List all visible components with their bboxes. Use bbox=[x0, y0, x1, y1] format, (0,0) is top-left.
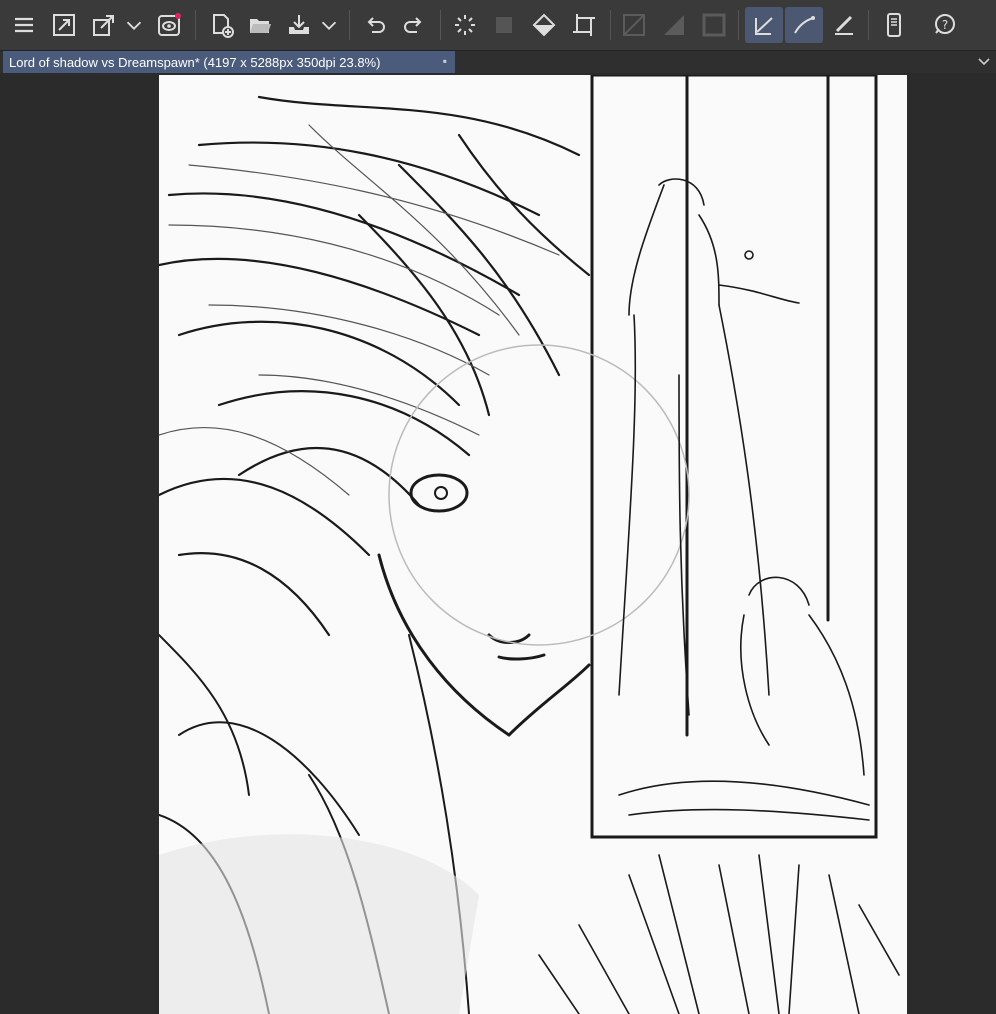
stabilizer-icon[interactable] bbox=[745, 7, 783, 43]
main-toolbar: ? bbox=[0, 0, 996, 51]
redo-icon[interactable] bbox=[398, 9, 430, 41]
crop-icon[interactable] bbox=[568, 9, 600, 41]
vector-snap-icon[interactable] bbox=[785, 7, 823, 43]
sketch-artwork bbox=[159, 75, 900, 1014]
menu-icon[interactable] bbox=[8, 9, 40, 41]
close-tab-icon[interactable]: ▪ bbox=[443, 54, 447, 68]
help-icon[interactable]: ? bbox=[928, 9, 960, 41]
save-dropdown-chevron-icon[interactable] bbox=[317, 9, 341, 41]
open-folder-icon[interactable] bbox=[244, 9, 276, 41]
new-canvas-icon[interactable] bbox=[206, 9, 238, 41]
companion-icon[interactable] bbox=[153, 9, 185, 41]
frame-disabled-icon[interactable] bbox=[698, 9, 730, 41]
panel-frame bbox=[590, 75, 878, 839]
save-icon[interactable] bbox=[283, 9, 315, 41]
drawing-canvas[interactable] bbox=[159, 75, 907, 1014]
dropdown-chevron-icon[interactable] bbox=[122, 9, 146, 41]
fill-icon[interactable] bbox=[528, 9, 560, 41]
clear-icon[interactable] bbox=[488, 9, 520, 41]
svg-text:?: ? bbox=[942, 18, 948, 32]
device-icon[interactable] bbox=[878, 9, 910, 41]
transform-icon[interactable] bbox=[88, 9, 120, 41]
loading-spinner-icon bbox=[449, 9, 481, 41]
document-tab-title: Lord of shadow vs Dreamspawn* (4197 x 52… bbox=[9, 54, 381, 70]
document-tab[interactable]: Lord of shadow vs Dreamspawn* (4197 x 52… bbox=[3, 51, 455, 73]
ruler-disabled-icon[interactable] bbox=[618, 9, 650, 41]
pen-pressure-icon[interactable] bbox=[828, 9, 860, 41]
gradient-disabled-icon[interactable] bbox=[658, 9, 690, 41]
document-tabbar: Lord of shadow vs Dreamspawn* (4197 x 52… bbox=[0, 51, 996, 73]
undo-icon[interactable] bbox=[359, 9, 391, 41]
fit-window-icon[interactable] bbox=[48, 9, 80, 41]
tab-menu-chevron-icon[interactable] bbox=[976, 53, 992, 74]
